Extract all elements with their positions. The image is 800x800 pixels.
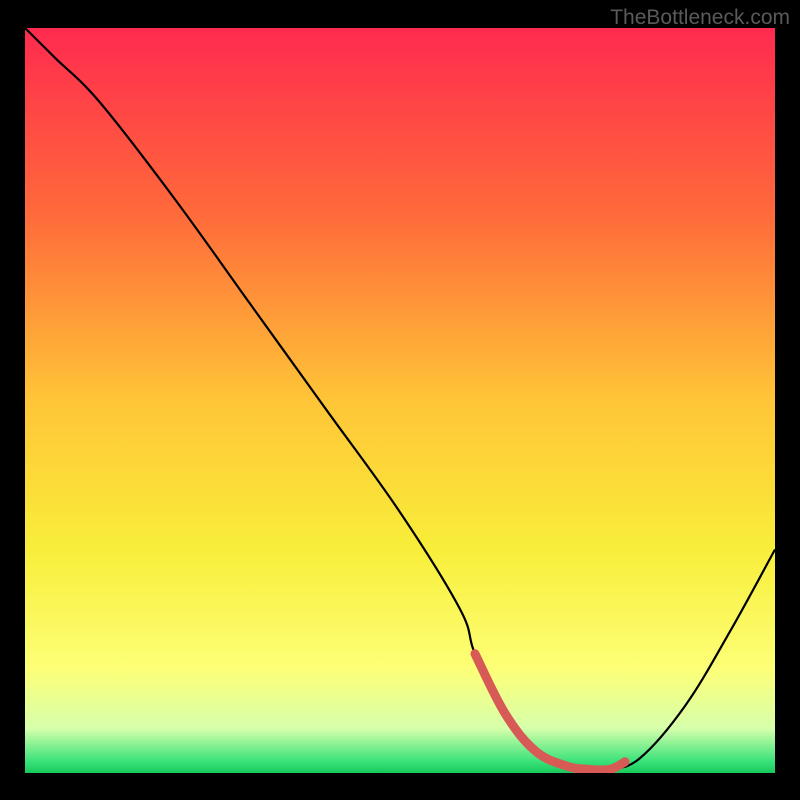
watermark-text: TheBottleneck.com (610, 6, 790, 30)
gradient-background (25, 28, 775, 773)
chart-svg (25, 28, 775, 773)
chart-canvas (25, 28, 775, 773)
